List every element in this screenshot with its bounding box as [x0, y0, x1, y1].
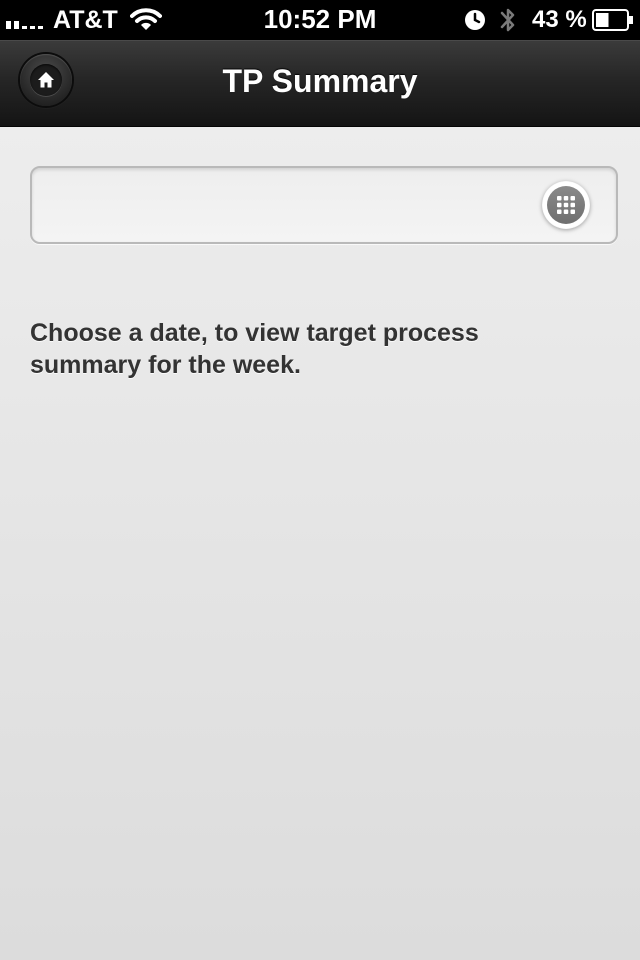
page-title: TP Summary — [222, 63, 418, 99]
battery-icon — [592, 9, 634, 36]
instructions-text: Choose a date, to view target process su… — [30, 319, 479, 379]
date-picker-field[interactable] — [30, 166, 618, 244]
header-bar: TP Summary — [0, 40, 640, 127]
bluetooth-icon — [498, 4, 518, 41]
home-icon — [38, 72, 54, 88]
battery-percent: 43 % — [532, 6, 587, 33]
status-bar: AT&T 10:52 PM 43 % — [0, 0, 640, 40]
alarm-icon — [464, 9, 486, 36]
calendar-grid-icon — [557, 196, 575, 214]
main-content: Choose a date, to view target process su… — [0, 127, 640, 960]
calendar-button[interactable] — [542, 181, 590, 229]
calendar-button-face — [547, 186, 585, 224]
home-button[interactable] — [20, 54, 72, 106]
home-button-inner — [30, 64, 62, 96]
date-input[interactable] — [46, 182, 530, 228]
